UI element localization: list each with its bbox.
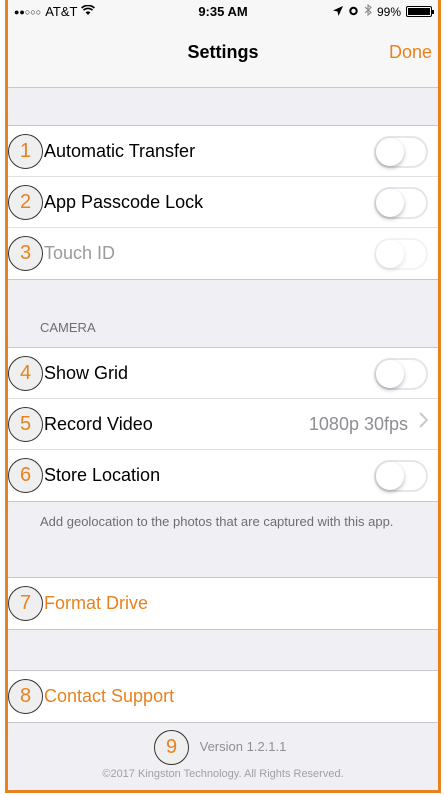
- battery-icon: [406, 6, 434, 17]
- format-drive-row[interactable]: 7 Format Drive: [8, 578, 438, 629]
- store-location-row: 6 Store Location: [8, 450, 438, 501]
- callout-badge: 2: [8, 185, 43, 220]
- store-location-footnote: Add geolocation to the photos that are c…: [40, 514, 394, 529]
- camera-section-header: CAMERA: [40, 320, 96, 335]
- automatic-transfer-row: 1 Automatic Transfer: [8, 126, 438, 177]
- record-video-label: Record Video: [44, 413, 153, 434]
- location-arrow-icon: [332, 4, 343, 19]
- callout-badge: 8: [8, 679, 43, 714]
- contact-support-group: 8 Contact Support: [8, 670, 438, 723]
- callout-badge: 5: [8, 407, 43, 442]
- app-passcode-lock-row: 2 App Passcode Lock: [8, 177, 438, 228]
- touch-id-label: Touch ID: [44, 243, 116, 263]
- copyright-text: ©2017 Kingston Technology. All Rights Re…: [102, 768, 344, 780]
- contact-support-button[interactable]: Contact Support: [44, 686, 174, 707]
- callout-badge: 1: [8, 134, 43, 169]
- alarm-icon: [348, 4, 359, 19]
- callout-badge: 7: [8, 586, 43, 621]
- callout-badge: 4: [8, 356, 43, 391]
- app-passcode-lock-toggle[interactable]: [374, 187, 428, 219]
- format-drive-group: 7 Format Drive: [8, 577, 438, 630]
- record-video-value: 1080p 30fps: [308, 413, 408, 434]
- camera-settings-group: 4 Show Grid 5 Record Video 1080p 30fps 6…: [8, 347, 438, 502]
- app-frame: ●●○○○ AT&T 9:35 AM 99% Settings Done 1 A…: [5, 0, 441, 793]
- contact-support-row[interactable]: 8 Contact Support: [8, 671, 438, 722]
- store-location-toggle[interactable]: [374, 460, 428, 492]
- page-title: Settings: [187, 42, 259, 62]
- store-location-label: Store Location: [44, 465, 161, 485]
- touch-id-row: 3 Touch ID: [8, 228, 438, 279]
- general-settings-group: 1 Automatic Transfer 2 App Passcode Lock…: [8, 125, 438, 280]
- automatic-transfer-toggle[interactable]: [374, 136, 428, 168]
- show-grid-toggle[interactable]: [374, 358, 428, 390]
- record-video-row[interactable]: 5 Record Video 1080p 30fps: [8, 399, 438, 450]
- callout-badge: 3: [8, 236, 43, 271]
- version-label: Version 1.2.1.1: [199, 739, 287, 754]
- show-grid-label: Show Grid: [44, 362, 129, 383]
- status-bar: ●●○○○ AT&T 9:35 AM 99%: [8, 0, 438, 22]
- touch-id-toggle: [374, 238, 428, 270]
- show-grid-row: 4 Show Grid: [8, 348, 438, 399]
- battery-percent: 99%: [376, 4, 401, 19]
- callout-badge: 9: [154, 730, 189, 765]
- navigation-bar: Settings Done: [8, 22, 438, 88]
- format-drive-button[interactable]: Format Drive: [44, 593, 148, 614]
- done-button[interactable]: Done: [389, 42, 432, 63]
- version-area: 9 Version 1.2.1.1: [8, 730, 438, 765]
- callout-badge: 6: [8, 458, 43, 493]
- app-passcode-lock-label: App Passcode Lock: [44, 191, 204, 212]
- bluetooth-icon: [364, 3, 372, 19]
- chevron-right-icon: [419, 411, 429, 434]
- automatic-transfer-label: Automatic Transfer: [44, 140, 196, 161]
